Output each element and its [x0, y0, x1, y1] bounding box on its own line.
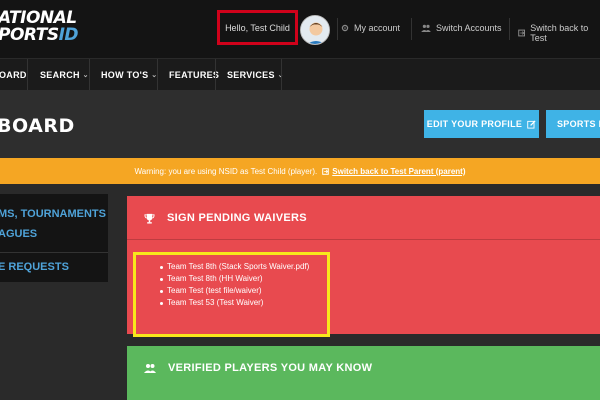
content-area: MS, TOURNAMENTS AGUES E REQUESTS SIGN PE… — [0, 184, 600, 400]
logo-id: ID — [58, 25, 79, 45]
my-account-link[interactable]: My account — [341, 23, 400, 33]
avatar[interactable] — [300, 15, 330, 45]
greeting-text: Hello, Test Child — [225, 22, 290, 33]
site-logo[interactable]: ATIONAL PORTSID — [0, 10, 79, 45]
friends-icon — [144, 364, 156, 373]
users-icon — [421, 24, 431, 32]
list-item[interactable]: Team Test 8th (Stack Sports Waiver.pdf) — [160, 261, 309, 273]
waiver-list: Team Test 8th (Stack Sports Waiver.pdf) … — [160, 261, 309, 309]
nav-item-search[interactable]: SEARCH ⌄ — [40, 59, 89, 91]
switch-accounts-label: Switch Accounts — [436, 23, 502, 33]
switch-back-label: Switch back to Test — [530, 23, 589, 43]
divider — [337, 18, 338, 40]
list-item[interactable]: Team Test 53 (Test Waiver) — [160, 297, 309, 309]
switch-icon — [322, 167, 330, 175]
warning-banner: Warning: you are using NSID as Test Chil… — [0, 158, 600, 184]
my-account-label: My account — [354, 23, 401, 33]
gear-icon — [341, 24, 349, 32]
sports-id-button[interactable]: SPORTS ID — [546, 110, 600, 138]
divider — [411, 18, 412, 40]
switch-icon — [518, 29, 526, 37]
switch-back-link[interactable]: Switch back to Test — [518, 23, 600, 43]
greeting-highlight: Hello, Test Child — [217, 10, 298, 45]
nav-item-services[interactable]: SERVICES ⌄ — [227, 59, 284, 91]
sidebar-item-requests[interactable]: E REQUESTS — [0, 257, 69, 277]
sidebar: MS, TOURNAMENTS AGUES E REQUESTS — [0, 194, 108, 282]
nav-item-dashboard[interactable]: OARD — [0, 59, 27, 91]
page-header: BOARD EDIT YOUR PROFILE SPORTS ID — [0, 90, 600, 158]
sidebar-item-teams[interactable]: MS, TOURNAMENTS AGUES — [0, 204, 106, 244]
top-bar: ATIONAL PORTSID Hello, Test Child My acc… — [0, 0, 600, 58]
warning-text: Warning: you are using NSID as Test Chil… — [134, 166, 318, 176]
list-item[interactable]: Team Test 8th (HH Waiver) — [160, 273, 309, 285]
avatar-image — [301, 16, 329, 44]
verified-players-panel: VERIFIED PLAYERS YOU MAY KNOW — [127, 346, 600, 400]
verified-heading: VERIFIED PLAYERS YOU MAY KNOW — [168, 362, 373, 374]
logo-line2: PORTS — [0, 25, 59, 45]
list-item[interactable]: Team Test (test file/waiver) — [160, 285, 309, 297]
divider — [509, 18, 510, 40]
switch-back-parent-link[interactable]: Switch back to Test Parent (parent) — [322, 167, 465, 176]
waivers-heading: SIGN PENDING WAIVERS — [167, 212, 307, 224]
nav-item-how-tos[interactable]: HOW TO'S ⌄ — [101, 59, 157, 91]
edit-profile-button[interactable]: EDIT YOUR PROFILE — [424, 110, 539, 138]
chevron-down-icon: ⌄ — [82, 72, 89, 79]
switch-accounts-link[interactable]: Switch Accounts — [421, 23, 502, 33]
main-nav: OARD SEARCH ⌄ HOW TO'S ⌄ FEATURES SERVIC… — [0, 58, 600, 91]
edit-icon — [527, 119, 536, 129]
page-title: BOARD — [0, 115, 75, 137]
trophy-icon — [144, 213, 155, 224]
nav-item-features[interactable]: FEATURES — [169, 59, 219, 91]
divider — [0, 252, 108, 253]
